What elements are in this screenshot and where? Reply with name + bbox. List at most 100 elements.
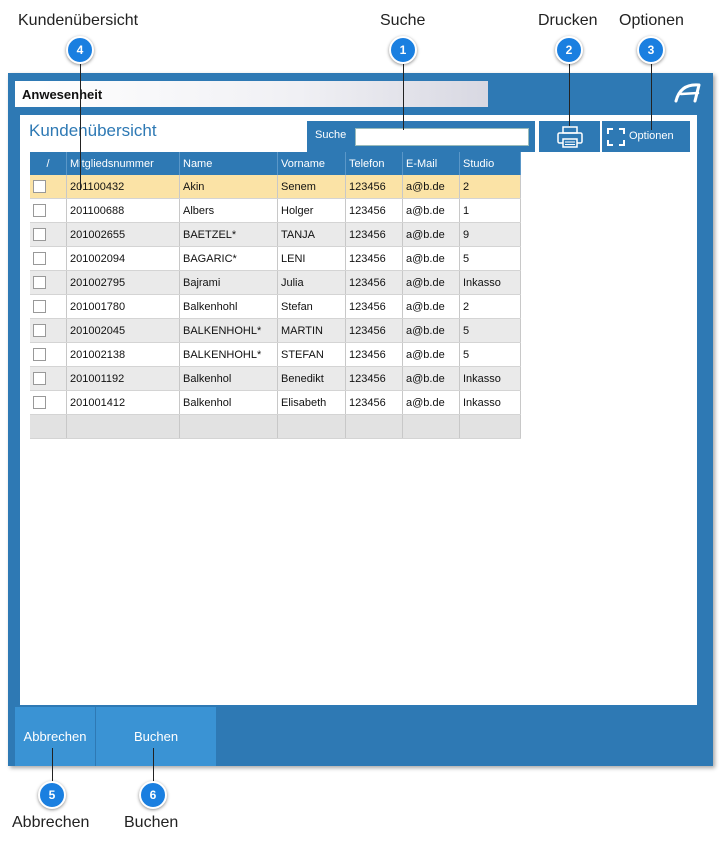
callout-leader-1 bbox=[403, 64, 404, 130]
cell-email: a@b.de bbox=[402, 318, 460, 343]
cell-phone: 123456 bbox=[345, 318, 403, 343]
table-row[interactable]: 201002094 BAGARIC* LENI 123456 a@b.de 5 bbox=[30, 246, 521, 271]
window-titlebar: Anwesenheit bbox=[15, 81, 488, 107]
empty-cell bbox=[345, 414, 403, 439]
cell-first-name: Julia bbox=[277, 270, 346, 295]
cell-name: Balkenhol bbox=[179, 390, 278, 415]
customer-table: / Mitgliedsnummer Name Vorname Telefon E… bbox=[30, 152, 521, 439]
cell-email: a@b.de bbox=[402, 246, 460, 271]
cell-email: a@b.de bbox=[402, 390, 460, 415]
cell-phone: 123456 bbox=[345, 175, 403, 199]
cell-studio: 2 bbox=[459, 294, 521, 319]
table-header-row: / Mitgliedsnummer Name Vorname Telefon E… bbox=[30, 152, 521, 175]
cell-email: a@b.de bbox=[402, 366, 460, 391]
empty-cell bbox=[459, 414, 521, 439]
cell-phone: 123456 bbox=[345, 294, 403, 319]
empty-cell bbox=[277, 414, 346, 439]
empty-cell bbox=[30, 414, 67, 439]
row-checkbox[interactable] bbox=[33, 204, 46, 217]
table-row-empty bbox=[30, 414, 521, 439]
callout-bubble-6: 6 bbox=[139, 781, 167, 809]
cell-member-number: 201100688 bbox=[66, 198, 180, 223]
cell-name: BAETZEL* bbox=[179, 222, 278, 247]
empty-cell bbox=[402, 414, 460, 439]
row-checkbox[interactable] bbox=[33, 300, 46, 313]
callout-leader-4 bbox=[80, 64, 81, 190]
row-checkbox[interactable] bbox=[33, 348, 46, 361]
cell-email: a@b.de bbox=[402, 222, 460, 247]
options-button[interactable]: Optionen bbox=[602, 121, 690, 152]
row-checkbox[interactable] bbox=[33, 276, 46, 289]
cell-studio: 5 bbox=[459, 318, 521, 343]
row-checkbox-cell bbox=[30, 175, 67, 199]
cell-member-number: 201002655 bbox=[66, 222, 180, 247]
callout-bubble-2: 2 bbox=[555, 36, 583, 64]
cell-name: BAGARIC* bbox=[179, 246, 278, 271]
row-checkbox[interactable] bbox=[33, 396, 46, 409]
cell-phone: 123456 bbox=[345, 366, 403, 391]
cell-studio: 2 bbox=[459, 175, 521, 199]
cell-name: Balkenhohl bbox=[179, 294, 278, 319]
cell-name: Bajrami bbox=[179, 270, 278, 295]
cell-studio: 5 bbox=[459, 342, 521, 367]
column-header-first-name[interactable]: Vorname bbox=[277, 152, 346, 175]
cell-member-number: 201100432 bbox=[66, 175, 180, 199]
row-checkbox[interactable] bbox=[33, 324, 46, 337]
column-header-phone[interactable]: Telefon bbox=[345, 152, 403, 175]
column-header-name[interactable]: Name bbox=[179, 152, 278, 175]
empty-cell bbox=[179, 414, 278, 439]
callout-label-search: Suche bbox=[380, 12, 426, 29]
cell-first-name: MARTIN bbox=[277, 318, 346, 343]
cell-first-name: Senem bbox=[277, 175, 346, 199]
attendance-window: Anwesenheit Kundenübersicht Suche Option… bbox=[8, 73, 713, 766]
table-row[interactable]: 201002045 BALKENHOHL* MARTIN 123456 a@b.… bbox=[30, 318, 521, 343]
table-row[interactable]: 201002138 BALKENHOHL* STEFAN 123456 a@b.… bbox=[30, 342, 521, 367]
cell-phone: 123456 bbox=[345, 222, 403, 247]
row-checkbox[interactable] bbox=[33, 180, 46, 193]
cell-member-number: 201002138 bbox=[66, 342, 180, 367]
cell-studio: 5 bbox=[459, 246, 521, 271]
row-checkbox-cell bbox=[30, 246, 67, 271]
callout-label-options: Optionen bbox=[619, 12, 684, 29]
callout-leader-2 bbox=[569, 64, 570, 126]
options-label: Optionen bbox=[629, 130, 674, 142]
cell-phone: 123456 bbox=[345, 246, 403, 271]
callout-bubble-5: 5 bbox=[38, 781, 66, 809]
cell-phone: 123456 bbox=[345, 270, 403, 295]
row-checkbox-cell bbox=[30, 222, 67, 247]
row-checkbox[interactable] bbox=[33, 228, 46, 241]
table-row[interactable]: 201001192 Balkenhol Benedikt 123456 a@b.… bbox=[30, 366, 521, 391]
table-row[interactable]: 201002655 BAETZEL* TANJA 123456 a@b.de 9 bbox=[30, 222, 521, 247]
table-row[interactable]: 201002795 Bajrami Julia 123456 a@b.de In… bbox=[30, 270, 521, 295]
empty-cell bbox=[66, 414, 180, 439]
book-button[interactable]: Buchen bbox=[96, 707, 216, 766]
cell-first-name: Stefan bbox=[277, 294, 346, 319]
column-header-email[interactable]: E-Mail bbox=[402, 152, 460, 175]
cell-first-name: STEFAN bbox=[277, 342, 346, 367]
search-label: Suche bbox=[315, 129, 347, 141]
row-checkbox-cell bbox=[30, 342, 67, 367]
callout-leader-3 bbox=[651, 64, 652, 130]
table-row[interactable]: 201100432 Akin Senem 123456 a@b.de 2 bbox=[30, 175, 521, 199]
cancel-button[interactable]: Abbrechen bbox=[15, 707, 95, 766]
cell-member-number: 201001780 bbox=[66, 294, 180, 319]
row-checkbox-cell bbox=[30, 366, 67, 391]
callout-label-book: Buchen bbox=[124, 814, 179, 831]
column-header-studio[interactable]: Studio bbox=[459, 152, 521, 175]
cell-phone: 123456 bbox=[345, 342, 403, 367]
row-checkbox[interactable] bbox=[33, 252, 46, 265]
cell-phone: 123456 bbox=[345, 198, 403, 223]
cell-email: a@b.de bbox=[402, 294, 460, 319]
window-title: Anwesenheit bbox=[22, 87, 103, 102]
cell-name: Akin bbox=[179, 175, 278, 199]
panel-title: Kundenübersicht bbox=[29, 121, 157, 140]
column-header-select[interactable]: / bbox=[30, 152, 67, 175]
search-input[interactable] bbox=[355, 128, 529, 146]
expand-icon bbox=[607, 128, 625, 146]
table-row[interactable]: 201001412 Balkenhol Elisabeth 123456 a@b… bbox=[30, 390, 521, 415]
cell-member-number: 201001412 bbox=[66, 390, 180, 415]
column-header-member-number[interactable]: Mitgliedsnummer bbox=[66, 152, 180, 175]
row-checkbox[interactable] bbox=[33, 372, 46, 385]
table-row[interactable]: 201100688 Albers Holger 123456 a@b.de 1 bbox=[30, 198, 521, 223]
table-row[interactable]: 201001780 Balkenhohl Stefan 123456 a@b.d… bbox=[30, 294, 521, 319]
